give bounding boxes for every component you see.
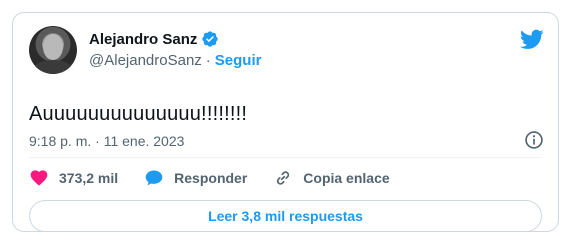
avatar-face <box>43 34 63 60</box>
tweet-text: Auuuuuuuuuuuuuu!!!!!!!! <box>29 103 248 125</box>
tweet-timestamp[interactable]: 9:18 p. m. · 11 ene. 2023 <box>29 133 184 149</box>
avatar-body <box>33 60 73 74</box>
avatar[interactable] <box>29 26 77 74</box>
tweet-card: Alejandro Sanz @AlejandroSanz · Seguir A… <box>12 12 559 232</box>
like-button[interactable]: 373,2 mil <box>29 168 118 188</box>
author-name[interactable]: Alejandro Sanz <box>89 31 197 48</box>
copy-link-label: Copia enlace <box>303 170 390 186</box>
verified-badge-icon <box>202 31 219 47</box>
reply-bubble-icon <box>145 170 163 186</box>
twitter-bird-icon[interactable] <box>520 27 544 51</box>
like-count: 373,2 mil <box>59 170 119 186</box>
separator-dot: · <box>205 52 211 69</box>
copy-link-button[interactable]: Copia enlace <box>273 168 390 188</box>
author-handle-row: @AlejandroSanz · Seguir <box>89 52 261 69</box>
author-handle[interactable]: @AlejandroSanz <box>89 52 202 69</box>
read-replies-button[interactable]: Leer 3,8 mil respuestas <box>29 200 542 232</box>
reply-label: Responder <box>174 170 248 186</box>
action-bar: 373,2 mil Responder Copia enlace <box>29 168 416 188</box>
heart-icon <box>30 170 48 186</box>
info-icon[interactable] <box>524 130 544 150</box>
divider <box>29 157 542 158</box>
follow-button[interactable]: Seguir <box>215 52 262 69</box>
reply-button[interactable]: Responder <box>144 168 247 188</box>
author-name-row: Alejandro Sanz <box>89 30 219 48</box>
link-icon <box>277 171 290 185</box>
